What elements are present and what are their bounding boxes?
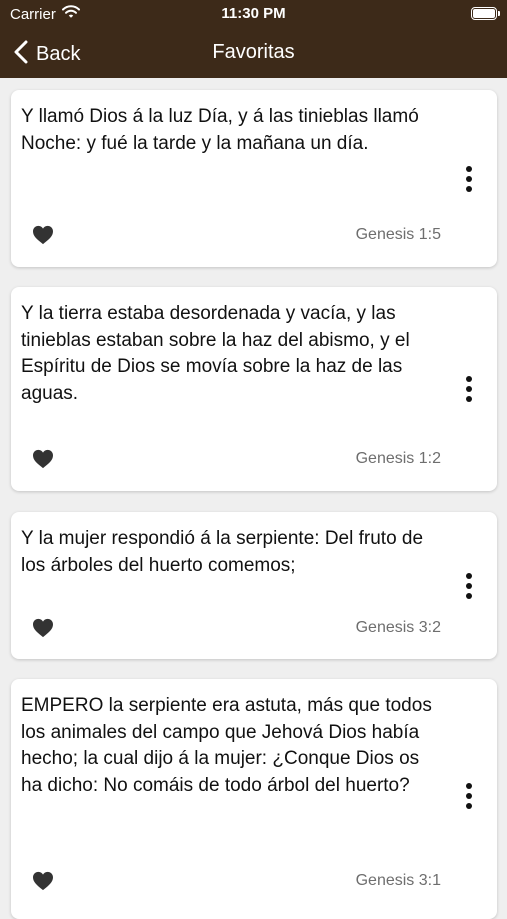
page-title: Favoritas — [212, 41, 295, 63]
verse-reference: Genesis 1:5 — [355, 226, 441, 243]
heart-icon[interactable] — [32, 449, 54, 469]
heart-icon[interactable] — [32, 225, 54, 245]
verse-reference: Genesis 1:2 — [355, 450, 441, 467]
more-options-icon[interactable] — [461, 782, 477, 810]
more-options-icon[interactable] — [461, 375, 477, 403]
more-options-icon[interactable] — [461, 572, 477, 600]
verse-text: EMPERO la serpiente era astuta, más que … — [21, 695, 432, 796]
verse-reference: Genesis 3:1 — [355, 872, 441, 889]
verse-reference: Genesis 3:2 — [355, 619, 441, 636]
verse-text: Y llamó Dios á la luz Día, y á las tinie… — [21, 106, 419, 154]
heart-icon[interactable] — [32, 618, 54, 638]
favorite-card: Y la mujer respondió á la serpiente: Del… — [11, 512, 497, 659]
favorite-card: Y llamó Dios á la luz Día, y á las tinie… — [11, 90, 497, 267]
navigation-bar: Back Favoritas — [0, 30, 507, 78]
status-bar: Carrier 11:30 PM — [0, 0, 507, 30]
verse-text: Y la mujer respondió á la serpiente: Del… — [21, 528, 424, 576]
status-time: 11:30 PM — [221, 5, 286, 22]
heart-icon[interactable] — [32, 871, 54, 891]
favorite-card: EMPERO la serpiente era astuta, más que … — [11, 679, 497, 919]
more-options-icon[interactable] — [461, 165, 477, 193]
battery-icon — [471, 7, 500, 20]
verse-text: Y la tierra estaba desordenada y vacía, … — [21, 303, 410, 404]
favorite-card: Y la tierra estaba desordenada y vacía, … — [11, 287, 497, 491]
